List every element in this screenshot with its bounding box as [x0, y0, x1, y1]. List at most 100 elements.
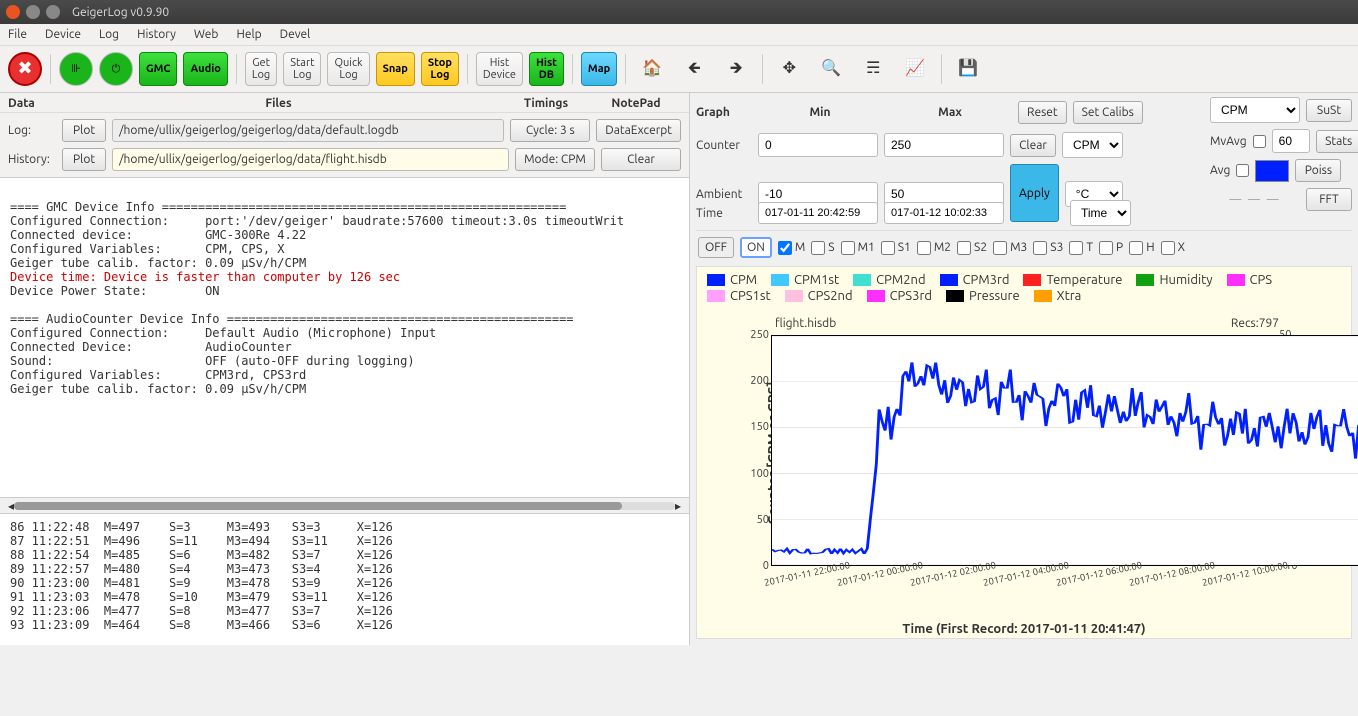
- quick-log-button[interactable]: Quick Log: [327, 52, 369, 86]
- mvavg-input[interactable]: [1272, 129, 1310, 153]
- quit-button[interactable]: ✖: [8, 52, 42, 86]
- legend-item: CPM2nd: [853, 273, 925, 287]
- poiss-button[interactable]: Poiss: [1295, 159, 1341, 182]
- get-log-button[interactable]: Get Log: [245, 52, 277, 86]
- log-path-field[interactable]: /home/ullix/geigerlog/geigerlog/data/def…: [112, 119, 504, 142]
- pan-icon[interactable]: ✥: [771, 52, 807, 86]
- apply-button[interactable]: Apply: [1010, 164, 1059, 222]
- off-toggle[interactable]: OFF: [698, 237, 734, 258]
- legend-item: CPS: [1227, 273, 1273, 287]
- graph-area: CPMCPM1stCPM2ndCPM3rdTemperatureHumidity…: [696, 266, 1352, 639]
- stop-log-button[interactable]: Stop Log: [421, 52, 459, 86]
- y-tick: 150: [750, 421, 769, 433]
- reset-button[interactable]: Reset: [1018, 101, 1067, 124]
- menu-file[interactable]: File: [8, 28, 27, 41]
- legend-item: CPM: [707, 273, 757, 287]
- series-check-row: OFF ON M S M1 S1 M2 S2 M3 S3 T P H X: [696, 230, 1352, 264]
- y-tick: 200: [750, 375, 769, 387]
- menu-log[interactable]: Log: [99, 28, 119, 41]
- log-tail[interactable]: 86 11:22:48 M=497 S=3 M3=493 S3=3 X=126 …: [0, 513, 689, 645]
- time-max-input[interactable]: [884, 202, 1004, 224]
- check-h[interactable]: [1129, 241, 1143, 255]
- stats-button[interactable]: Stats: [1316, 130, 1358, 153]
- chart-icon[interactable]: 📈: [897, 52, 933, 86]
- check-s3[interactable]: [1033, 241, 1047, 255]
- sust-button[interactable]: SuSt: [1306, 99, 1352, 122]
- check-m[interactable]: [778, 241, 792, 255]
- hist-db-button[interactable]: Hist DB: [529, 52, 564, 86]
- forward-icon[interactable]: 🡺: [718, 52, 754, 86]
- data-heading: Data: [8, 97, 56, 110]
- menu-devel[interactable]: Devel: [280, 28, 311, 41]
- y-tick: 100: [750, 468, 769, 480]
- set-calibs-button[interactable]: Set Calibs: [1073, 101, 1143, 124]
- menu-history[interactable]: History: [137, 28, 176, 41]
- menu-device[interactable]: Device: [45, 28, 81, 41]
- console-output[interactable]: ==== GMC Device Info ===================…: [0, 177, 689, 497]
- time-unit-select[interactable]: Time: [1070, 200, 1131, 226]
- window-close-icon[interactable]: [6, 5, 20, 19]
- fft-button[interactable]: FFT: [1306, 188, 1352, 211]
- plot-log-button[interactable]: Plot: [62, 119, 106, 142]
- power-icon[interactable]: ⏻: [99, 52, 133, 86]
- min-heading: Min: [758, 106, 882, 119]
- check-t[interactable]: [1069, 241, 1083, 255]
- console-scrollbar[interactable]: ◂ ▸: [0, 497, 689, 513]
- legend-item: CPM3rd: [940, 273, 1010, 287]
- check-s[interactable]: [811, 241, 825, 255]
- notepad-heading: NotePad: [591, 97, 681, 110]
- check-s2[interactable]: [957, 241, 971, 255]
- legend-item: CPS1st: [707, 289, 771, 303]
- gmc-button[interactable]: GMC: [139, 52, 177, 86]
- scroll-right-icon[interactable]: ▸: [675, 499, 681, 513]
- avg-label: Avg: [1210, 164, 1230, 177]
- menu-help[interactable]: Help: [236, 28, 261, 41]
- save-icon[interactable]: 💾: [950, 52, 986, 86]
- plot-canvas[interactable]: [771, 335, 1358, 566]
- start-log-button[interactable]: Start Log: [283, 52, 321, 86]
- menu-web[interactable]: Web: [194, 28, 219, 41]
- clear-button[interactable]: Clear: [601, 148, 681, 171]
- color-swatch[interactable]: [1255, 160, 1289, 182]
- y-tick: 50: [757, 514, 769, 526]
- counter-clear-button[interactable]: Clear: [1010, 134, 1056, 157]
- chart-title: flight.hisdb: [775, 317, 836, 330]
- hist-device-button[interactable]: Hist Device: [476, 52, 523, 86]
- window-minimize-icon[interactable]: [26, 5, 40, 19]
- window-title: GeigerLog v0.9.90: [72, 6, 169, 19]
- window-maximize-icon[interactable]: [46, 5, 60, 19]
- on-toggle[interactable]: ON: [740, 237, 772, 258]
- snap-button[interactable]: Snap: [376, 52, 415, 86]
- check-m1[interactable]: [841, 241, 855, 255]
- check-x[interactable]: [1161, 241, 1175, 255]
- graph-var-select[interactable]: CPM: [1210, 97, 1300, 123]
- audio-button[interactable]: Audio: [183, 52, 227, 86]
- settings-icon[interactable]: ☴: [855, 52, 891, 86]
- mvavg-checkbox[interactable]: [1253, 135, 1266, 148]
- excerpt-button[interactable]: DataExcerpt: [596, 119, 681, 142]
- toolbar: ✖ ⊪ ⏻ GMC Audio Get Log Start Log Quick …: [0, 46, 1358, 93]
- map-button[interactable]: Map: [581, 52, 617, 86]
- mode-button[interactable]: Mode: CPM: [515, 148, 595, 171]
- home-icon[interactable]: 🏠: [634, 52, 670, 86]
- back-icon[interactable]: 🡸: [676, 52, 712, 86]
- history-path-field[interactable]: /home/ullix/geigerlog/geigerlog/data/fli…: [112, 148, 509, 171]
- connect-icon[interactable]: ⊪: [59, 52, 93, 86]
- counter-min-input[interactable]: [758, 133, 878, 157]
- counter-unit-select[interactable]: CPM: [1062, 132, 1123, 158]
- check-p[interactable]: [1099, 241, 1113, 255]
- plot-history-button[interactable]: Plot: [62, 148, 106, 171]
- check-m3[interactable]: [993, 241, 1007, 255]
- zoom-icon[interactable]: 🔍: [813, 52, 849, 86]
- log-label: Log:: [8, 124, 56, 137]
- check-m2[interactable]: [917, 241, 931, 255]
- legend-item: Temperature: [1023, 273, 1122, 287]
- record-count: Recs:797: [1231, 317, 1279, 330]
- legend-item: CPS3rd: [867, 289, 932, 303]
- avg-checkbox[interactable]: [1236, 164, 1249, 177]
- time-min-input[interactable]: [758, 202, 878, 224]
- cycle-button[interactable]: Cycle: 3 s: [510, 119, 590, 142]
- counter-max-input[interactable]: [884, 133, 1004, 157]
- legend-item: CPM1st: [771, 273, 839, 287]
- check-s1[interactable]: [881, 241, 895, 255]
